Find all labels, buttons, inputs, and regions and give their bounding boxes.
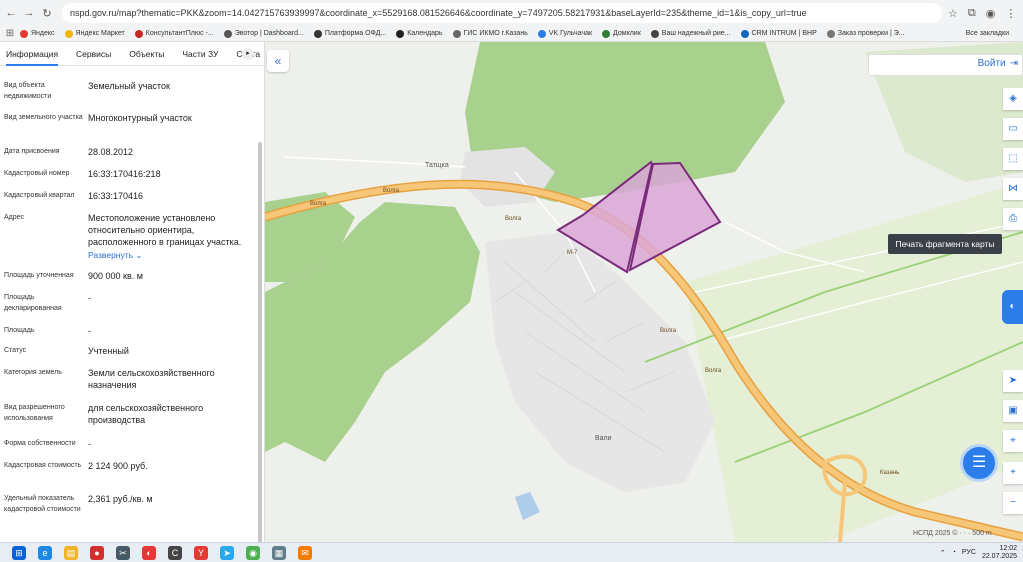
bookmark-item[interactable]: Платформа ОФД... — [313, 29, 386, 38]
info-panel: Информация Сервисы Объекты Части ЗУ Сост… — [0, 42, 265, 542]
firefox-icon[interactable]: ◐ — [142, 545, 156, 560]
bookmark-item[interactable]: Домклик — [602, 29, 641, 38]
bookmark-item[interactable]: Календарь — [396, 29, 443, 38]
expand-link[interactable]: Развернуть ⌄ — [88, 249, 253, 261]
star-icon[interactable]: ☆ — [948, 7, 958, 20]
map-view[interactable]: Волга Волга Волга Волга Волга Казань М-7… — [265, 42, 1023, 542]
app-icon[interactable]: ▦ — [272, 545, 286, 560]
bookmark-item[interactable]: КонсультантПлюс -... — [134, 29, 214, 38]
extensions-icon[interactable]: ⧉ — [968, 7, 976, 20]
village-label: Вали — [595, 435, 612, 442]
login-bar: Войти ⇥ — [868, 54, 1023, 76]
app-icon[interactable]: C — [168, 545, 182, 560]
login-icon: ⇥ — [1009, 58, 1018, 69]
app-icon[interactable]: ✂ — [116, 545, 130, 560]
road-label: Волга — [310, 201, 327, 207]
explorer-icon[interactable]: ▤ — [64, 545, 78, 560]
ruler-icon[interactable]: ▭ — [1003, 118, 1023, 140]
collapse-panel-button[interactable]: « — [267, 50, 289, 72]
print-tooltip: Печать фрагмента карты — [888, 234, 1002, 254]
bookmarks-bar: ⊞ Яндекс Яндекс Маркет КонсультантПлюс -… — [0, 26, 1023, 42]
bookmark-item[interactable]: ГИС ИКМО г.Казань — [452, 29, 528, 38]
apps-icon[interactable]: ⊞ — [0, 28, 20, 39]
url-text: nspd.gov.ru/map?thematic=PKK&zoom=14.042… — [70, 8, 807, 18]
road-label: Казань — [880, 470, 899, 476]
login-button[interactable]: Войти ⇥ — [978, 58, 1018, 69]
tray-chevron-icon[interactable]: ⌃ — [940, 549, 946, 557]
tabs-scroll-right-icon[interactable]: ▸ — [242, 48, 254, 60]
tab-objects[interactable]: Объекты — [129, 42, 164, 66]
village-label: Татщка — [425, 162, 449, 169]
map-attribution: НСПД 2025 © · · · 500 m — [913, 530, 992, 537]
panel-tabs: Информация Сервисы Объекты Части ЗУ Сост… — [0, 42, 264, 66]
app-icon[interactable]: ● — [90, 545, 104, 560]
zoom-out-button[interactable]: − — [1003, 492, 1023, 514]
browser-toolbar: ← → ↻ nspd.gov.ru/map?thematic=PKK&zoom=… — [0, 0, 1023, 26]
panel-scrollbar[interactable] — [258, 142, 262, 542]
navigate-icon[interactable]: ➤ — [1003, 370, 1023, 392]
tab-services[interactable]: Сервисы — [76, 42, 111, 66]
road-label: Волга — [705, 368, 722, 374]
chrome-icon[interactable]: ◉ — [246, 545, 260, 560]
network-icon[interactable]: ◔ — [952, 549, 956, 556]
tab-parts[interactable]: Части ЗУ — [182, 42, 218, 66]
chat-icon: ☰ — [971, 454, 987, 471]
bookmark-item[interactable]: CRM INTRUM | BHP — [740, 29, 817, 38]
bookmark-item[interactable]: Эвотор | Dashboard... — [223, 29, 304, 38]
menu-icon[interactable]: ⋮ — [1005, 7, 1016, 20]
screen-icon[interactable]: ▣ — [1003, 400, 1023, 422]
address-value: Местоположение установлено относительно … — [88, 213, 242, 247]
mail-icon[interactable]: ✉ — [298, 545, 312, 560]
windows-taskbar: ⊞ e ▤ ● ✂ ◐ C Y ➤ ◉ ▦ ✉ ⌃ ◔ РУС 12:02 22.… — [0, 542, 1023, 562]
location-icon[interactable]: ⌖ — [1003, 430, 1023, 452]
share-icon[interactable]: ⋈ — [1003, 178, 1023, 200]
edge-icon[interactable]: e — [38, 545, 52, 560]
scale-label: 500 m — [972, 530, 992, 537]
clock[interactable]: 12:02 22.07.2025 — [982, 545, 1017, 561]
assistant-side-icon[interactable]: ◐ — [1002, 290, 1023, 324]
forward-icon[interactable]: → — [22, 7, 36, 19]
start-icon[interactable]: ⊞ — [12, 545, 26, 560]
language-indicator[interactable]: РУС — [962, 549, 976, 556]
map-canvas: Волга Волга Волга Волга Волга Казань М-7… — [265, 42, 1023, 542]
address-bar[interactable]: nspd.gov.ru/map?thematic=PKK&zoom=14.042… — [62, 3, 942, 23]
reload-icon[interactable]: ↻ — [40, 7, 54, 20]
bookmark-item[interactable]: Ваш надежный рие... — [650, 29, 731, 38]
zoom-in-button[interactable]: + — [1003, 462, 1023, 484]
route-label: М-7 — [567, 250, 578, 256]
road-label: Волга — [505, 216, 522, 222]
layers-icon[interactable]: ◈ — [1003, 88, 1023, 110]
tab-information[interactable]: Информация — [6, 42, 59, 66]
bookmark-item[interactable]: Яндекс Маркет — [64, 29, 125, 38]
print-icon[interactable]: ⎙ — [1003, 208, 1023, 230]
telegram-icon[interactable]: ➤ — [220, 545, 234, 560]
chat-button[interactable]: ☰ — [960, 444, 998, 482]
select-area-icon[interactable]: ⬚ — [1003, 148, 1023, 170]
bookmark-item[interactable]: VK Гульчачак — [537, 29, 592, 38]
back-icon[interactable]: ← — [4, 7, 18, 19]
all-bookmarks[interactable]: Все закладки — [966, 30, 1013, 37]
road-label: Волга — [383, 188, 400, 194]
profile-icon[interactable]: ◉ — [986, 7, 996, 20]
road-label: Волга — [660, 328, 677, 334]
bookmark-item[interactable]: Заказ проверки | Э... — [826, 29, 905, 38]
bookmark-item[interactable]: Яндекс — [20, 29, 55, 38]
yandex-icon[interactable]: Y — [194, 545, 208, 560]
